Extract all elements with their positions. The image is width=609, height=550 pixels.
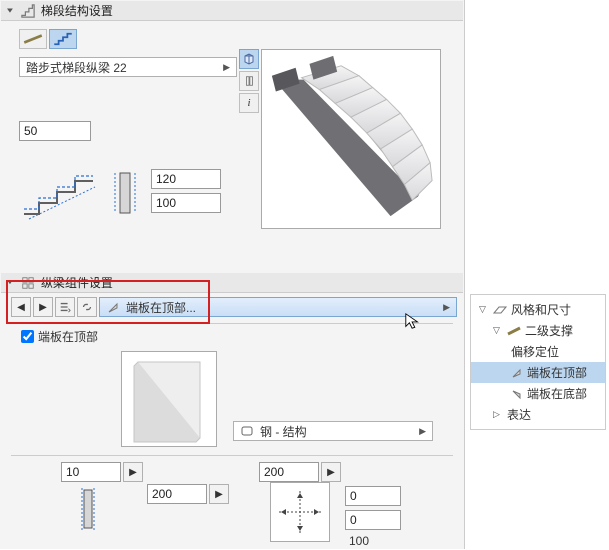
component-icon bbox=[21, 276, 35, 290]
view-3d-icon[interactable] bbox=[239, 49, 259, 69]
thickness-diagram bbox=[62, 482, 142, 536]
material-icon bbox=[240, 424, 254, 438]
material-combo[interactable]: 钢 - 结构 ▶ bbox=[233, 421, 433, 441]
component-tree-popup: ▽ 风格和尺寸 ▽ 二级支撑 偏移定位 端板在顶部 端板在底部 ▷ 表达 bbox=[470, 294, 606, 430]
endplate-top-checkbox[interactable]: 端板在顶部 bbox=[1, 326, 463, 351]
stringer-type-label: 踏步式梯段纵梁 22 bbox=[26, 59, 127, 76]
segment-body: 踏步式梯段纵梁 22 ▶ i bbox=[1, 21, 463, 273]
link-button[interactable] bbox=[77, 297, 97, 317]
collapse-icon: ▼ bbox=[5, 7, 15, 15]
tree-item-endplate-top[interactable]: 端板在顶部 bbox=[471, 362, 605, 383]
offset-y-input[interactable] bbox=[345, 510, 401, 530]
tree-item-expression[interactable]: ▷ 表达 bbox=[471, 404, 605, 425]
style-icon bbox=[493, 304, 507, 316]
mode-btn-flat[interactable] bbox=[19, 29, 47, 49]
tree-item-offset[interactable]: 偏移定位 bbox=[471, 341, 605, 362]
profile-step-icon bbox=[19, 169, 99, 221]
material-label: 钢 - 结构 bbox=[260, 423, 307, 440]
section-title: 梯段结构设置 bbox=[41, 2, 113, 19]
profile-height-input[interactable] bbox=[151, 169, 221, 189]
tree-item-secondary[interactable]: ▽ 二级支撑 bbox=[471, 320, 605, 341]
endplate-top-icon bbox=[511, 367, 523, 379]
checkbox-label: 端板在顶部 bbox=[38, 328, 98, 345]
component-type-combo[interactable]: 端板在顶部... ▶ bbox=[99, 297, 457, 317]
tree-item-root[interactable]: ▽ 风格和尺寸 bbox=[471, 299, 605, 320]
section-title: 纵梁组件设置 bbox=[41, 274, 113, 291]
edit-list-button[interactable] bbox=[55, 297, 75, 317]
support-icon bbox=[507, 326, 521, 336]
material-preview bbox=[121, 351, 217, 447]
thickness-step-icon[interactable]: ▶ bbox=[123, 462, 143, 482]
endplate-bottom-icon bbox=[511, 388, 523, 400]
chevron-right-icon: ▶ bbox=[419, 426, 426, 437]
profile-side-icon bbox=[113, 169, 137, 217]
offset-x-input[interactable] bbox=[345, 486, 401, 506]
view-info-icon[interactable]: i bbox=[239, 93, 259, 113]
chevron-right-icon: ▶ bbox=[443, 302, 450, 313]
component-toolbar: ◀ ▶ 端板在顶部... ▶ bbox=[1, 293, 463, 321]
next-button[interactable]: ▶ bbox=[33, 297, 53, 317]
height-step-icon[interactable]: ▶ bbox=[321, 462, 341, 482]
stringer-width-input[interactable] bbox=[19, 121, 91, 141]
endplate-top-icon bbox=[106, 300, 120, 314]
width-step-icon[interactable]: ▶ bbox=[209, 484, 229, 504]
settings-panel: ▼ 梯段结构设置 踏步式梯段纵梁 22 ▶ i bbox=[0, 0, 465, 549]
stair-section-icon bbox=[21, 4, 35, 18]
prev-button[interactable]: ◀ bbox=[11, 297, 31, 317]
plate-height-input[interactable] bbox=[259, 462, 319, 482]
view-side-icon[interactable] bbox=[239, 71, 259, 91]
profile-width-input[interactable] bbox=[151, 193, 221, 213]
section-header-component[interactable]: ▼ 纵梁组件设置 bbox=[1, 273, 463, 293]
mode-btn-step[interactable] bbox=[49, 29, 77, 49]
tree-item-endplate-bottom[interactable]: 端板在底部 bbox=[471, 383, 605, 404]
section-header-segment[interactable]: ▼ 梯段结构设置 bbox=[1, 1, 463, 21]
offset-below-label: 100 bbox=[345, 534, 401, 548]
stringer-type-combo[interactable]: 踏步式梯段纵梁 22 ▶ bbox=[19, 57, 237, 77]
preview-3d bbox=[261, 49, 441, 229]
plate-width-input[interactable] bbox=[147, 484, 207, 504]
chevron-right-icon: ▶ bbox=[223, 62, 230, 73]
plate-thickness-input[interactable] bbox=[61, 462, 121, 482]
collapse-icon: ▼ bbox=[5, 279, 15, 287]
component-type-label: 端板在顶部... bbox=[126, 299, 437, 316]
offset-diagram bbox=[270, 482, 330, 542]
